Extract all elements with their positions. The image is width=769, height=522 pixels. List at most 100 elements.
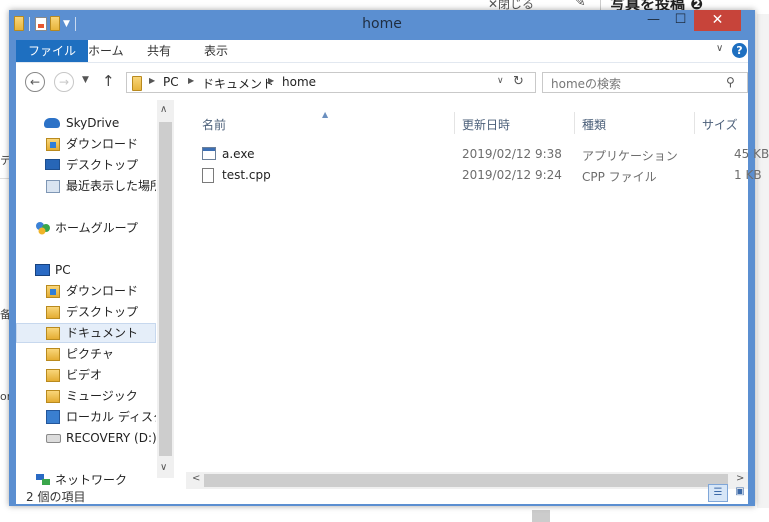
search-icon[interactable]: ⚲ bbox=[726, 75, 735, 89]
explorer-window: ▼ home — ☐ ✕ ファイル ホーム 共有 表示 ∨ ? ← → ▼ ↑ … bbox=[9, 10, 769, 506]
large-icons-view-icon[interactable]: ▣ bbox=[730, 484, 750, 502]
up-arrow-icon[interactable]: ↑ bbox=[102, 72, 115, 90]
file-list: ▲ 名前 更新日時 種類 サイズ a.exe 2019/02/12 9:38 ア… bbox=[186, 100, 769, 478]
sidebar-item-recovery[interactable]: RECOVERY (D:) bbox=[16, 428, 156, 448]
sort-ascending-icon: ▲ bbox=[322, 110, 329, 119]
sidebar-item-pc[interactable]: PC bbox=[16, 260, 156, 280]
file-size: 45 KB bbox=[734, 147, 769, 161]
file-size: 1 KB bbox=[734, 168, 762, 182]
sidebar-item-label: ドキュメント bbox=[66, 326, 139, 340]
chevron-left-icon[interactable]: < bbox=[192, 473, 200, 484]
chevron-down-icon[interactable]: ∨ bbox=[160, 462, 167, 473]
videos-folder-icon bbox=[46, 369, 60, 382]
recent-places-icon bbox=[46, 180, 60, 193]
file-name: a.exe bbox=[222, 147, 255, 161]
scrollbar-thumb[interactable] bbox=[204, 474, 728, 487]
pc-icon bbox=[35, 264, 50, 276]
sidebar-item-label: ホームグループ bbox=[55, 221, 138, 235]
sidebar-item-music[interactable]: ミュージック bbox=[16, 386, 156, 406]
sidebar-item-label: ピクチャ bbox=[66, 347, 114, 361]
local-disk-icon bbox=[46, 410, 60, 424]
search-box[interactable]: ⚲ bbox=[542, 72, 748, 93]
forward-button[interactable]: → bbox=[54, 72, 74, 92]
status-bar: 2 個の項目 ☰ ▣ bbox=[16, 484, 748, 504]
column-header-size[interactable]: サイズ bbox=[702, 116, 738, 133]
sidebar-item-label: デスクトップ bbox=[66, 158, 139, 172]
breadcrumb-pc[interactable]: PC bbox=[163, 75, 179, 89]
breadcrumb-separator-icon[interactable]: ▶ bbox=[188, 76, 194, 85]
sidebar-item-label: ダウンロード bbox=[66, 137, 139, 151]
breadcrumb-separator-icon[interactable]: ▶ bbox=[268, 76, 274, 85]
minimize-button[interactable]: — bbox=[640, 10, 667, 31]
pencil-icon: ✎ bbox=[574, 0, 586, 10]
sidebar-item-label: ネットワーク bbox=[55, 473, 128, 487]
cloud-icon bbox=[44, 118, 60, 128]
chevron-down-icon[interactable]: ∨ bbox=[497, 76, 504, 86]
ribbon-tabs: ファイル ホーム 共有 表示 ∨ ? bbox=[16, 40, 748, 62]
sidebar-item-desktop[interactable]: デスクトップ bbox=[16, 155, 156, 175]
table-row[interactable]: a.exe 2019/02/12 9:38 アプリケーション 45 KB bbox=[186, 144, 769, 164]
column-header-date-modified[interactable]: 更新日時 bbox=[462, 116, 510, 133]
item-count: 2 個の項目 bbox=[26, 490, 86, 504]
chevron-up-icon[interactable]: ∧ bbox=[160, 104, 167, 115]
maximize-button[interactable]: ☐ bbox=[667, 10, 694, 31]
sidebar-item-pc-downloads[interactable]: ダウンロード bbox=[16, 281, 156, 301]
file-date-modified: 2019/02/12 9:38 bbox=[462, 147, 562, 161]
recent-locations-icon[interactable]: ▼ bbox=[82, 75, 89, 85]
sidebar-item-skydrive[interactable]: SkyDrive bbox=[16, 113, 156, 133]
sidebar-item-pc-desktop[interactable]: デスクトップ bbox=[16, 302, 156, 322]
sidebar-item-videos[interactable]: ビデオ bbox=[16, 365, 156, 385]
breadcrumb-documents[interactable]: ドキュメント bbox=[202, 75, 274, 92]
background-page-bottom bbox=[0, 508, 769, 522]
sidebar-item-label: ダウンロード bbox=[66, 284, 139, 298]
column-divider[interactable] bbox=[574, 112, 575, 134]
horizontal-scrollbar[interactable]: < > bbox=[186, 472, 748, 489]
close-button[interactable]: ✕ bbox=[694, 10, 741, 31]
column-divider[interactable] bbox=[454, 112, 455, 134]
expand-ribbon-icon[interactable]: ∨ bbox=[716, 43, 723, 54]
sidebar-item-label: RECOVERY (D:) bbox=[66, 431, 156, 445]
music-folder-icon bbox=[46, 390, 60, 403]
sidebar-item-pictures[interactable]: ピクチャ bbox=[16, 344, 156, 364]
sidebar-item-downloads[interactable]: ダウンロード bbox=[16, 134, 156, 154]
background-right-strip bbox=[757, 14, 769, 508]
tab-share[interactable]: 共有 bbox=[135, 40, 183, 62]
tab-view[interactable]: 表示 bbox=[192, 40, 240, 62]
column-header-type[interactable]: 種類 bbox=[582, 116, 606, 133]
scrollbar-thumb[interactable] bbox=[159, 122, 172, 456]
desktop-folder-icon bbox=[46, 306, 60, 319]
details-view-icon[interactable]: ☰ bbox=[708, 484, 728, 502]
help-icon[interactable]: ? bbox=[732, 43, 747, 58]
sidebar-item-network[interactable]: ネットワーク bbox=[16, 470, 156, 490]
sidebar-item-recent-places[interactable]: 最近表示した場所 bbox=[16, 176, 156, 196]
search-input[interactable] bbox=[549, 75, 723, 92]
desktop-icon bbox=[45, 159, 60, 170]
sidebar-item-homegroup[interactable]: ホームグループ bbox=[16, 218, 156, 238]
background-scroll-fragment bbox=[532, 510, 550, 522]
address-bar[interactable]: ▶ PC ▶ ドキュメント ▶ home ∨ ↻ bbox=[126, 72, 536, 93]
file-type: アプリケーション bbox=[582, 149, 678, 163]
tab-home[interactable]: ホーム bbox=[76, 40, 136, 62]
title-bar[interactable]: ▼ home — ☐ ✕ bbox=[9, 10, 755, 40]
navigation-pane-scrollbar[interactable]: ∧ ∨ bbox=[157, 100, 174, 478]
sidebar-item-label: 最近表示した場所 bbox=[66, 179, 156, 193]
breadcrumb-home[interactable]: home bbox=[282, 75, 316, 89]
sidebar-item-label: PC bbox=[55, 263, 71, 277]
folder-icon bbox=[132, 76, 142, 91]
sidebar-item-label: SkyDrive bbox=[66, 116, 120, 130]
file-name: test.cpp bbox=[222, 168, 271, 182]
sidebar-item-label: ビデオ bbox=[66, 368, 103, 382]
downloads-folder-icon bbox=[46, 138, 60, 151]
sidebar-item-local-disk[interactable]: ローカル ディスク (C bbox=[16, 407, 156, 427]
back-button[interactable]: ← bbox=[25, 72, 45, 92]
sidebar-item-label: デスクトップ bbox=[66, 305, 139, 319]
column-header-name[interactable]: 名前 bbox=[202, 116, 226, 133]
column-divider[interactable] bbox=[694, 112, 695, 134]
sidebar-item-documents[interactable]: ドキュメント bbox=[16, 323, 156, 343]
breadcrumb-separator-icon[interactable]: ▶ bbox=[149, 76, 155, 85]
sidebar-item-label: ローカル ディスク (C bbox=[66, 410, 156, 424]
chevron-right-icon[interactable]: > bbox=[736, 473, 744, 484]
documents-folder-icon bbox=[46, 327, 60, 340]
refresh-icon[interactable]: ↻ bbox=[513, 74, 524, 89]
table-row[interactable]: test.cpp 2019/02/12 9:24 CPP ファイル 1 KB bbox=[186, 165, 762, 185]
